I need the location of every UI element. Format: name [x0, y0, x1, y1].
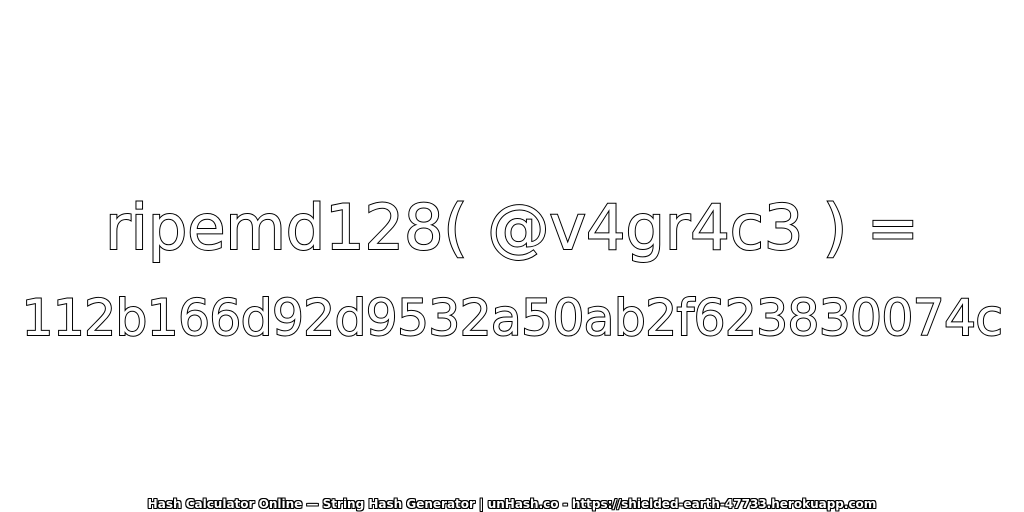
footer-caption: Hash Calculator Online — String Hash Gen… [147, 497, 877, 511]
hash-formula: ripemd128( @v4gr4c3 ) = [104, 190, 920, 265]
hash-digest: 112b166d92d9532a50ab2f623830074c [21, 288, 1004, 348]
